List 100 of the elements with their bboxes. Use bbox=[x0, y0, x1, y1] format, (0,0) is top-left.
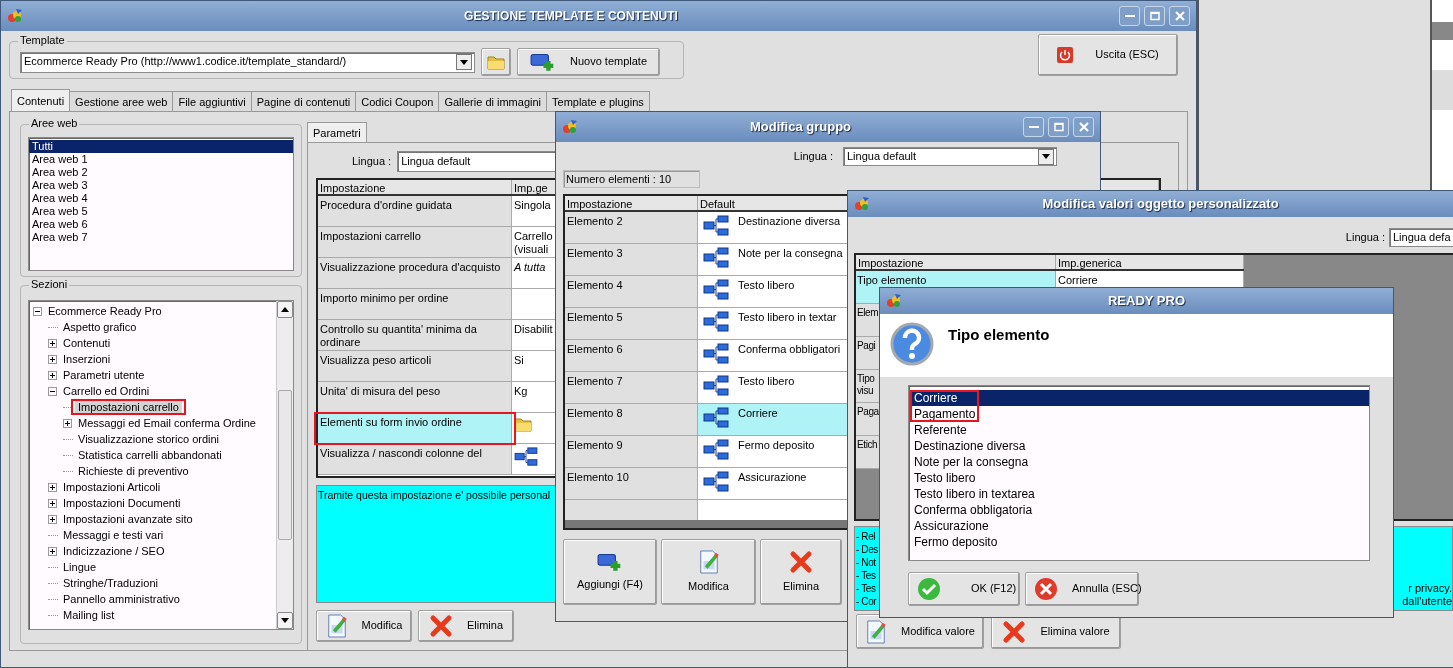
table-cell: Unita' di misura del peso bbox=[318, 382, 512, 413]
tree-item[interactable]: Aspetto grafico bbox=[60, 320, 140, 335]
language-select[interactable]: Lingua default bbox=[843, 147, 1057, 166]
action-button[interactable]: Modifica bbox=[316, 610, 412, 642]
power-icon bbox=[1057, 47, 1074, 63]
action-button[interactable]: Aggiungi (F4) bbox=[563, 539, 657, 605]
folder-button[interactable] bbox=[481, 48, 511, 76]
list-item[interactable]: Area web 6 bbox=[29, 218, 293, 231]
tree-item[interactable]: Lingue bbox=[60, 560, 100, 575]
scrollbar[interactable] bbox=[276, 301, 293, 630]
list-item[interactable]: Area web 7 bbox=[29, 231, 293, 244]
tab[interactable]: Codici Coupon bbox=[355, 91, 440, 111]
list-item[interactable]: Area web 5 bbox=[29, 205, 293, 218]
window-title: GESTIONE TEMPLATE E CONTENUTI bbox=[463, 8, 679, 24]
description-text: dall'utente bbox=[1402, 594, 1452, 608]
field-label: Lingua : bbox=[793, 149, 833, 164]
tab[interactable]: File aggiuntivi bbox=[172, 91, 252, 111]
expand-toggle[interactable] bbox=[48, 338, 57, 348]
action-button[interactable]: Annulla (ESC) bbox=[1025, 572, 1139, 606]
template-select[interactable]: Ecommerce Ready Pro (http://www1.codice.it/template_standard/) bbox=[20, 51, 475, 73]
tab[interactable]: Template e plugins bbox=[546, 91, 650, 111]
tree-item[interactable]: Visualizzazione storico ordini bbox=[75, 432, 223, 447]
maximize-button[interactable] bbox=[1144, 6, 1165, 26]
tree-item[interactable]: Messaggi e testi vari bbox=[60, 528, 167, 543]
tree-item[interactable]: Stringhe/Traduzioni bbox=[60, 576, 161, 591]
tab[interactable]: Gallerie di immagini bbox=[438, 91, 548, 111]
caret-icon bbox=[1042, 154, 1050, 159]
tree-item[interactable]: Impostazioni avanzate sito bbox=[60, 512, 196, 527]
cell-text: Testo libero bbox=[738, 375, 795, 389]
cell-text: Corriere bbox=[738, 407, 778, 421]
delete-icon bbox=[789, 550, 813, 575]
collapse-toggle[interactable] bbox=[48, 386, 57, 396]
list-item[interactable]: Area web 4 bbox=[29, 192, 293, 205]
hierarchy-icon bbox=[514, 447, 538, 467]
scroll-thumb[interactable] bbox=[278, 390, 292, 541]
list-item[interactable]: Area web 2 bbox=[29, 166, 293, 179]
language-select[interactable]: Lingua defa bbox=[1389, 228, 1453, 247]
dropdown-button[interactable] bbox=[456, 54, 472, 70]
action-button[interactable]: Modifica bbox=[661, 539, 756, 605]
cell-text: Destinazione diversa bbox=[738, 215, 841, 229]
expand-toggle[interactable] bbox=[48, 482, 57, 492]
scroll-up-button[interactable] bbox=[277, 301, 293, 319]
maximize-button[interactable] bbox=[1048, 117, 1069, 137]
tab[interactable]: Pagine di contenuti bbox=[250, 91, 357, 111]
expand-toggle[interactable] bbox=[48, 354, 57, 364]
cell-text: Note per la consegna bbox=[738, 247, 843, 261]
close-button[interactable] bbox=[1169, 6, 1190, 26]
action-button[interactable]: OK (F12) bbox=[908, 572, 1020, 606]
tab[interactable]: Parametri bbox=[307, 122, 367, 142]
expand-toggle[interactable] bbox=[48, 498, 57, 508]
table-cell: Controllo su quantita' minima da ordinare bbox=[318, 320, 512, 351]
description-text: r privacy. bbox=[1408, 581, 1452, 595]
list-item[interactable]: Corriere bbox=[911, 390, 1369, 406]
column-header: Impostazione bbox=[856, 255, 1056, 269]
cell-text: Fermo deposito bbox=[738, 439, 815, 453]
tree-item[interactable]: Parametri utente bbox=[60, 368, 148, 383]
list-item[interactable]: Tutti bbox=[29, 140, 293, 153]
scroll-down-button[interactable] bbox=[277, 612, 293, 630]
action-button[interactable]: Elimina bbox=[760, 539, 842, 605]
minimize-button[interactable] bbox=[1119, 6, 1140, 26]
expand-toggle[interactable] bbox=[48, 370, 57, 380]
tab[interactable]: Gestione aree web bbox=[69, 91, 174, 111]
tab[interactable]: Contenuti bbox=[11, 89, 71, 111]
tree-item[interactable]: Inserzioni bbox=[60, 352, 114, 367]
minimize-button[interactable] bbox=[1023, 117, 1044, 137]
dropdown-button[interactable] bbox=[1038, 148, 1054, 165]
list-item[interactable]: Testo libero bbox=[911, 470, 1369, 486]
hierarchy-icon bbox=[702, 375, 730, 397]
tree-item[interactable]: Pannello amministrativo bbox=[60, 592, 183, 607]
close-button[interactable] bbox=[1073, 117, 1094, 137]
tree-item[interactable]: Ecommerce Ready Pro bbox=[45, 304, 165, 319]
field-label: Lingua : bbox=[1345, 230, 1385, 245]
expand-toggle[interactable] bbox=[48, 546, 57, 556]
hierarchy-icon bbox=[702, 215, 730, 237]
cell-text: Testo libero in textar bbox=[738, 311, 837, 325]
tree-item[interactable]: Statistica carrelli abbandonati bbox=[75, 448, 225, 463]
action-button[interactable]: Elimina bbox=[418, 610, 514, 642]
tree-item[interactable]: Contenuti bbox=[60, 336, 114, 351]
tree-item[interactable]: Indicizzazione / SEO bbox=[60, 544, 168, 559]
expand-toggle[interactable] bbox=[48, 514, 57, 524]
hierarchy-icon bbox=[702, 439, 730, 461]
tree-item[interactable]: Impostazioni Documenti bbox=[60, 496, 184, 511]
window-plus-icon bbox=[597, 552, 623, 573]
list-item[interactable]: Area web 3 bbox=[29, 179, 293, 192]
tree-item[interactable]: Impostazioni Articoli bbox=[60, 480, 164, 495]
action-button[interactable]: Nuovo template bbox=[517, 48, 660, 76]
hierarchy-icon bbox=[702, 311, 730, 333]
close-icon bbox=[1078, 122, 1089, 132]
delete-icon bbox=[1002, 619, 1027, 644]
expand-toggle[interactable] bbox=[63, 418, 72, 428]
list-item[interactable]: Area web 1 bbox=[29, 153, 293, 166]
tree-item[interactable]: Carrello ed Ordini bbox=[60, 384, 153, 399]
table-cell: Elemento 4 bbox=[565, 276, 698, 308]
tree-item[interactable]: Messaggi ed Email conferma Ordine bbox=[75, 416, 259, 431]
tree-item[interactable]: Mailing list bbox=[60, 608, 118, 623]
exit-button[interactable]: Uscita (ESC) bbox=[1038, 34, 1178, 76]
table-cell: Disabilit bbox=[514, 323, 553, 335]
collapse-toggle[interactable] bbox=[33, 306, 42, 316]
action-button[interactable]: Modifica valore bbox=[856, 614, 984, 649]
tree-item[interactable]: Richieste di preventivo bbox=[75, 464, 192, 479]
